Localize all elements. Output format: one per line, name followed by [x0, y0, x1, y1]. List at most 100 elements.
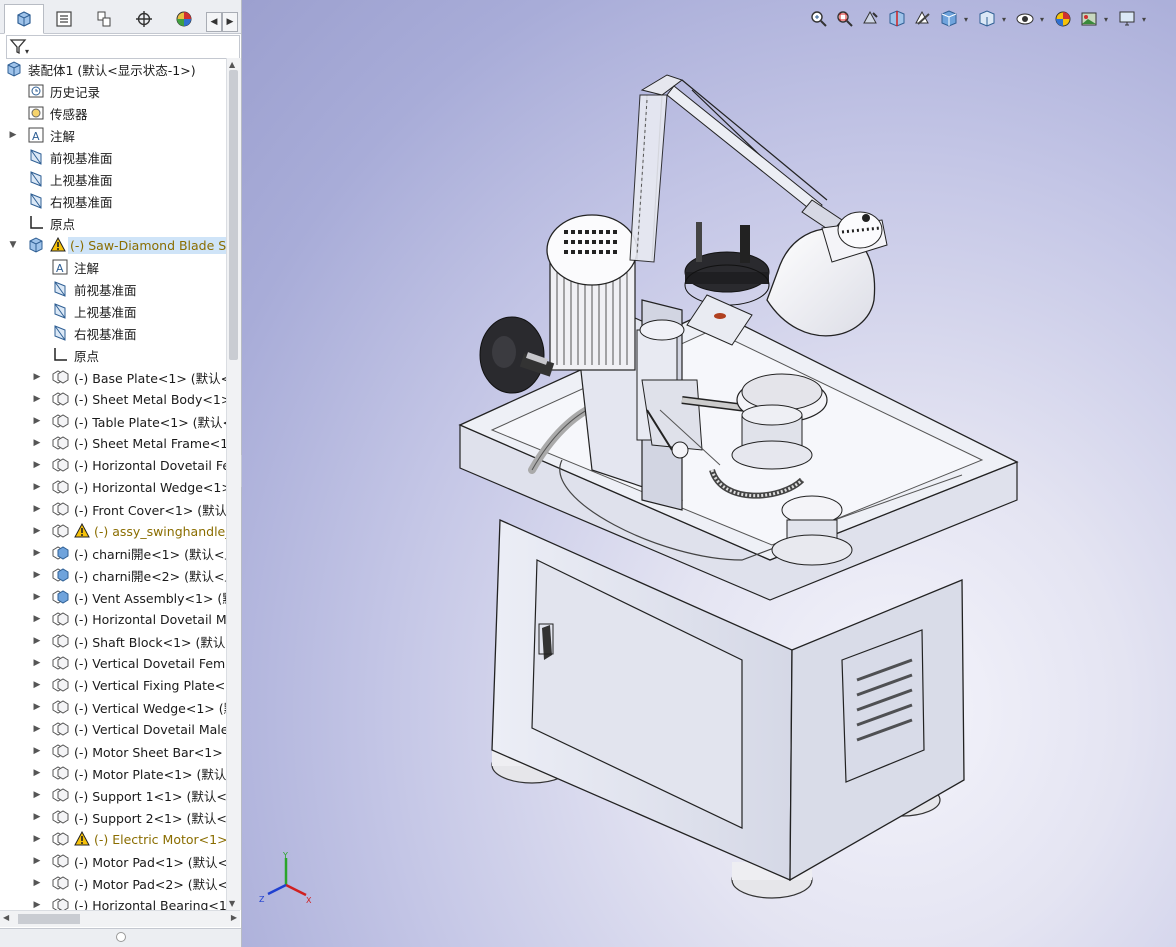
scroll-right-icon[interactable]: ▶ [231, 913, 237, 922]
tree-item-selected-assembly[interactable]: ▼ (-) Saw-Diamond Blade Sh [0, 234, 226, 256]
tree-component[interactable]: ▶ (-) Horizontal Wedge<1> [0, 476, 226, 498]
expand-arrow-icon[interactable]: ▶ [32, 372, 42, 382]
expand-arrow-icon[interactable]: ▶ [32, 438, 42, 448]
warning-icon [48, 235, 68, 255]
tree-sub-item[interactable]: 原点 [0, 344, 226, 366]
property-manager-tab[interactable] [44, 4, 84, 34]
tree-component[interactable]: ▶ (-) Horizontal Dovetail Ma [0, 608, 226, 630]
tab-scroll-right-button[interactable]: ▶ [222, 12, 238, 32]
tree-component[interactable]: ▶ (-) Table Plate<1> (默认< [0, 410, 226, 432]
tree-component[interactable]: ▶ (-) Support 2<1> (默认<< [0, 806, 226, 828]
tree-component[interactable]: ▶ (-) charni開e<1> (默认<显 [0, 542, 226, 564]
expand-arrow-icon[interactable]: ▶ [32, 592, 42, 602]
tree-item[interactable]: 历史记录 [0, 80, 226, 102]
part-icon [50, 389, 70, 409]
tree-item[interactable]: 右视基准面 [0, 190, 226, 212]
tree-component[interactable]: ▶ (-) Sheet Metal Body<1> [0, 388, 226, 410]
graphics-viewport[interactable]: ▾ ▾ ▾ ▾ ▾ Y X Z [242, 0, 1176, 947]
expand-arrow-icon[interactable]: ▶ [32, 636, 42, 646]
tree-item-label: (-) Base Plate<1> (默认<< [74, 370, 226, 386]
tree-component[interactable]: ▶ (-) Motor Pad<1> (默认<< [0, 850, 226, 872]
tree-component[interactable]: ▶ (-) Motor Sheet Bar<1> (默 [0, 740, 226, 762]
tree-component[interactable]: ▶ (-) Electric Motor<1> [0, 828, 226, 850]
tree-item-label: (-) Support 2<1> (默认<< [74, 810, 226, 826]
tree-component[interactable]: ▶ (-) Vertical Dovetail Male< [0, 718, 226, 740]
tree-component[interactable]: ▶ (-) Vertical Dovetail Femal [0, 652, 226, 674]
tree-sub-item[interactable]: 前视基准面 [0, 278, 226, 300]
tree-component[interactable]: ▶ (-) assy_swinghandle_ [0, 520, 226, 542]
tree-item-label: (-) Front Cover<1> (默认< [74, 502, 226, 518]
expand-arrow-icon[interactable]: ▶ [32, 746, 42, 756]
tree-item-label: 原点 [50, 216, 76, 232]
configuration-manager-tab[interactable] [84, 4, 124, 34]
tree-sub-item[interactable]: A 注解 [0, 256, 226, 278]
tree-item-label: (-) Motor Plate<1> (默认< [74, 766, 226, 782]
expand-arrow-icon[interactable]: ▶ [32, 702, 42, 712]
tree-component[interactable]: ▶ (-) Horizontal Dovetail Fer [0, 454, 226, 476]
tree-item[interactable]: ▶ A 注解 [0, 124, 226, 146]
tree-component[interactable]: ▶ (-) Shaft Block<1> (默认< [0, 630, 226, 652]
tree-component[interactable]: ▶ (-) Support 1<1> (默认<< [0, 784, 226, 806]
tree-component[interactable]: ▶ (-) Motor Pad<2> (默认<< [0, 872, 226, 894]
expand-arrow-icon[interactable]: ▶ [32, 856, 42, 866]
panel-split-handle[interactable] [116, 932, 126, 942]
expand-arrow-icon[interactable]: ▶ [32, 482, 42, 492]
expand-arrow-icon[interactable]: ▶ [32, 768, 42, 778]
tree-sub-item[interactable]: 右视基准面 [0, 322, 226, 344]
machine-model-3d[interactable] [242, 0, 1176, 947]
horizontal-scroll-thumb[interactable] [18, 914, 80, 924]
tree-item-label: 右视基准面 [50, 194, 113, 210]
feature-manager-tab[interactable] [4, 4, 44, 34]
triad-x-label: X [306, 896, 312, 905]
tree-item[interactable]: 传感器 [0, 102, 226, 124]
tree-filter-input[interactable]: ▾ [6, 35, 240, 59]
feature-tree: 装配体1 (默认<显示状态-1>) 历史记录 传感器 ▶ A 注解 前视基准面 上视基准面 右视… [0, 58, 226, 910]
expand-arrow-icon[interactable]: ▶ [32, 878, 42, 888]
origin-icon [26, 213, 46, 233]
tree-component[interactable]: ▶ (-) Vent Assembly<1> (默 [0, 586, 226, 608]
expand-arrow-icon[interactable]: ▶ [32, 394, 42, 404]
tree-component[interactable]: ▶ (-) Vertical Fixing Plate<1> [0, 674, 226, 696]
expand-arrow-icon[interactable]: ▼ [8, 240, 18, 250]
tree-component[interactable]: ▶ (-) Motor Plate<1> (默认< [0, 762, 226, 784]
tree-item-label: (-) Horizontal Dovetail Ma [74, 611, 226, 627]
tree-item[interactable]: 上视基准面 [0, 168, 226, 190]
tree-item[interactable]: 前视基准面 [0, 146, 226, 168]
expand-arrow-icon[interactable]: ▶ [32, 526, 42, 536]
warning-icon [72, 521, 92, 541]
expand-arrow-icon[interactable]: ▶ [32, 834, 42, 844]
tree-component[interactable]: ▶ (-) Base Plate<1> (默认<< [0, 366, 226, 388]
display-manager-icon [176, 11, 192, 27]
configuration-manager-icon [97, 11, 111, 27]
tree-component[interactable]: ▶ (-) Horizontal Bearing<1> [0, 894, 226, 910]
expand-arrow-icon[interactable]: ▶ [32, 680, 42, 690]
dimxpert-manager-tab[interactable] [124, 4, 164, 34]
tree-component[interactable]: ▶ (-) Vertical Wedge<1> (默 [0, 696, 226, 718]
scroll-thumb[interactable] [229, 70, 238, 360]
tree-root-assembly[interactable]: 装配体1 (默认<显示状态-1>) [0, 58, 226, 80]
expand-arrow-icon[interactable]: ▶ [32, 548, 42, 558]
tree-component[interactable]: ▶ (-) Front Cover<1> (默认< [0, 498, 226, 520]
tree-horizontal-scrollbar[interactable]: ◀ ▶ [0, 910, 240, 927]
tree-item[interactable]: 原点 [0, 212, 226, 234]
expand-arrow-icon[interactable]: ▶ [32, 812, 42, 822]
scroll-down-icon[interactable]: ▼ [229, 899, 235, 908]
expand-arrow-icon[interactable]: ▶ [8, 130, 18, 140]
expand-arrow-icon[interactable]: ▶ [32, 460, 42, 470]
expand-arrow-icon[interactable]: ▶ [32, 570, 42, 580]
expand-arrow-icon[interactable]: ▶ [32, 658, 42, 668]
expand-arrow-icon[interactable]: ▶ [32, 900, 42, 910]
expand-arrow-icon[interactable]: ▶ [32, 790, 42, 800]
display-manager-tab[interactable] [164, 4, 204, 34]
expand-arrow-icon[interactable]: ▶ [32, 416, 42, 426]
tree-component[interactable]: ▶ (-) Sheet Metal Frame<1> [0, 432, 226, 454]
tree-component[interactable]: ▶ (-) charni開e<2> (默认<显 [0, 564, 226, 586]
expand-arrow-icon[interactable]: ▶ [32, 724, 42, 734]
tab-scroll-left-button[interactable]: ◀ [206, 12, 222, 32]
expand-arrow-icon[interactable]: ▶ [32, 504, 42, 514]
scroll-left-icon[interactable]: ◀ [3, 913, 9, 922]
scroll-up-icon[interactable]: ▲ [229, 60, 235, 69]
tree-sub-item[interactable]: 上视基准面 [0, 300, 226, 322]
expand-arrow-icon[interactable]: ▶ [32, 614, 42, 624]
tree-vertical-scrollbar[interactable]: ▲ ▼ [226, 58, 241, 910]
